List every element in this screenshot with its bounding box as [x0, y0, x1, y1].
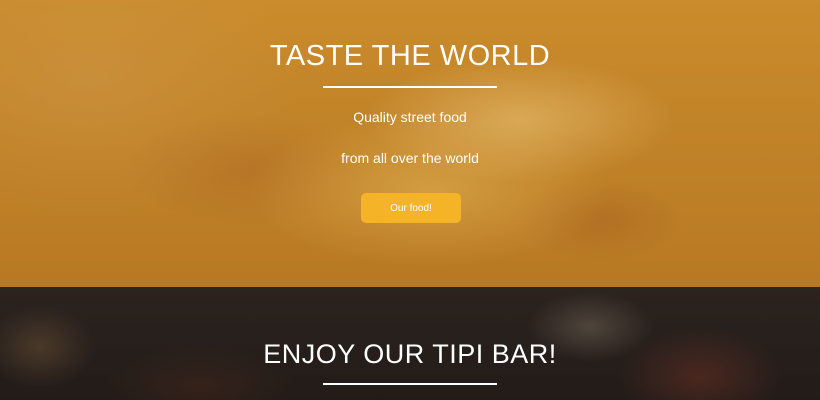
hero-tagline-line2: from all over the world — [341, 150, 479, 166]
hero-tagline-line1: Quality street food — [353, 109, 467, 125]
hero-title: TASTE THE WORLD — [269, 40, 551, 72]
hero-content: TASTE THE WORLD Quality street food from… — [0, 0, 820, 287]
tipi-bar-content: ENJOY OUR TIPI BAR! — [0, 287, 820, 400]
tipi-bar-divider — [323, 383, 497, 385]
our-food-button[interactable]: Our food! — [361, 193, 461, 223]
hero-section: TASTE THE WORLD Quality street food from… — [0, 0, 820, 287]
tipi-bar-section: ENJOY OUR TIPI BAR! — [0, 287, 820, 400]
tipi-bar-title: ENJOY OUR TIPI BAR! — [263, 339, 557, 369]
hero-divider — [323, 86, 497, 88]
